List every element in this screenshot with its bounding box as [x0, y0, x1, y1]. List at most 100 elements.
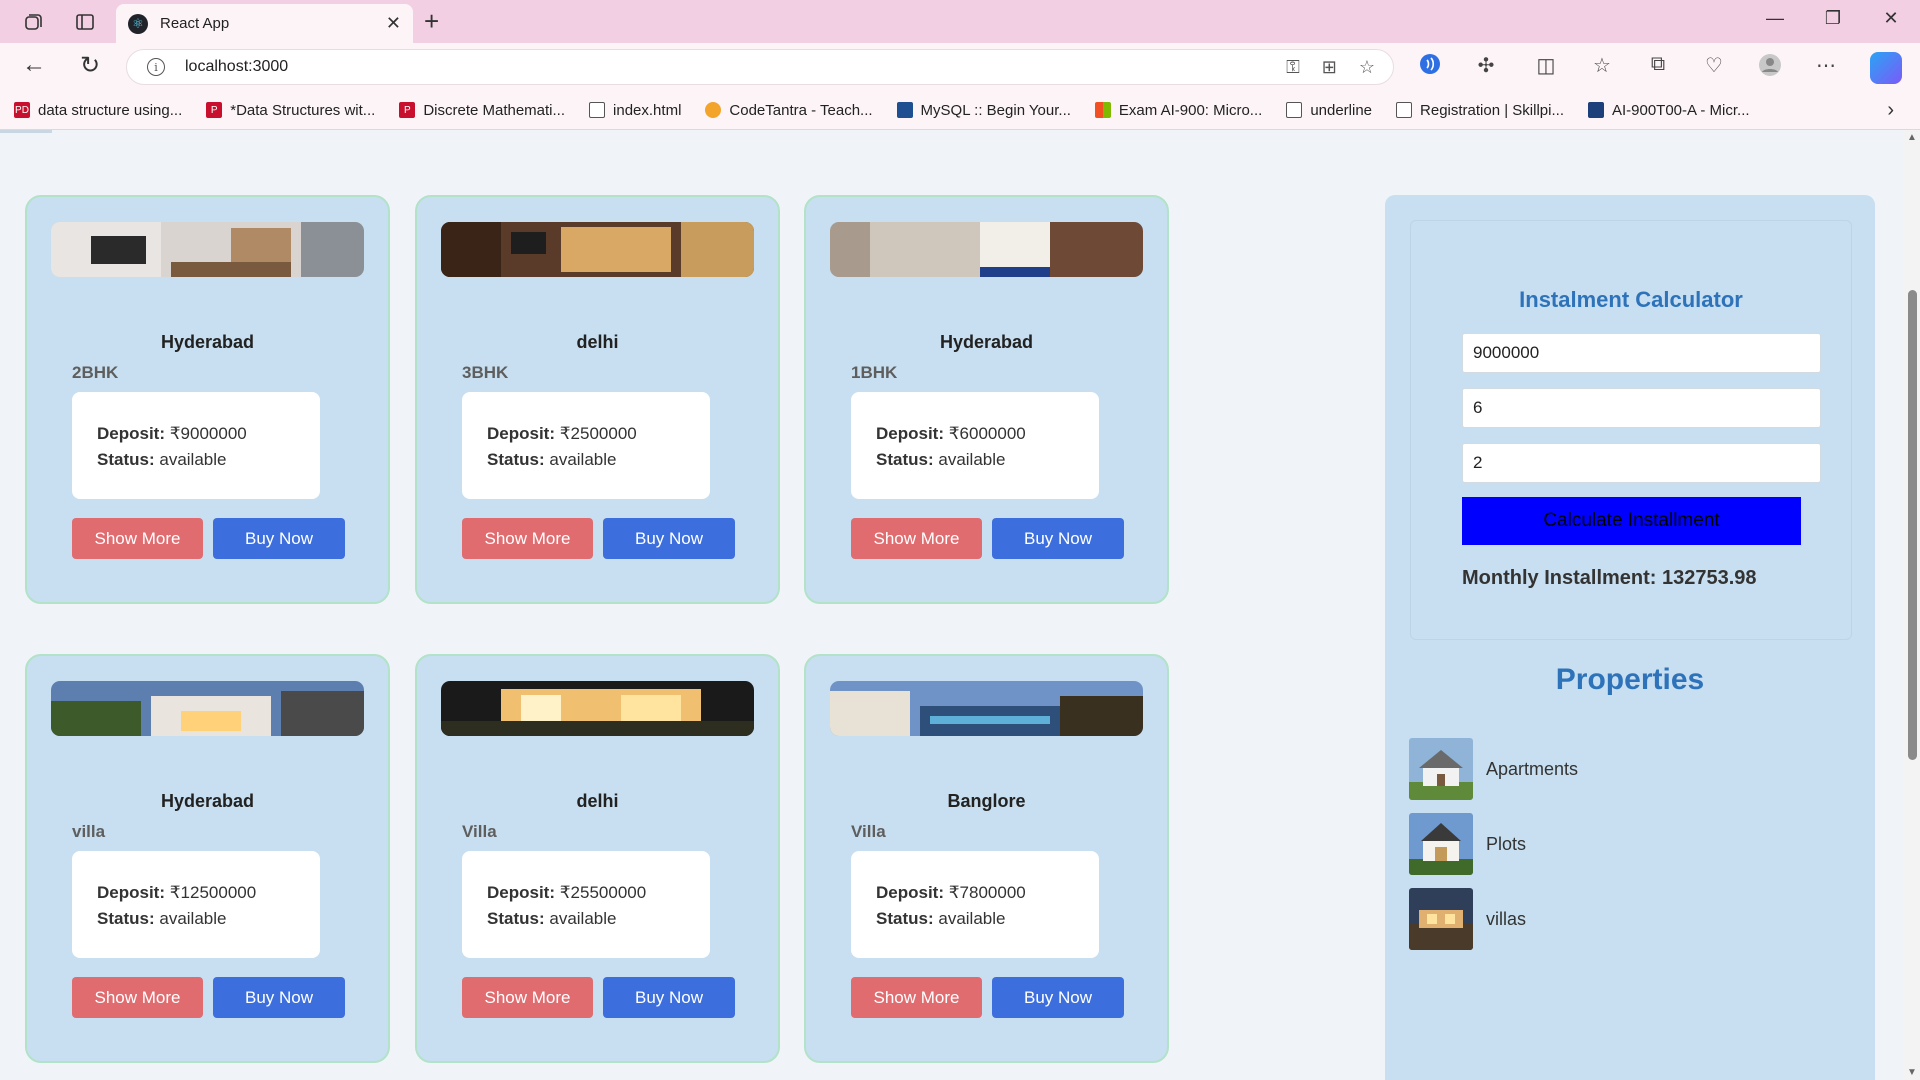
category-label: Plots	[1486, 833, 1527, 854]
show-more-button[interactable]: Show More	[851, 977, 982, 1018]
show-more-button[interactable]: Show More	[72, 977, 203, 1018]
url-text[interactable]: localhost:3000	[185, 58, 1286, 76]
bookmark-item[interactable]: underline	[1286, 102, 1372, 119]
property-category-plots[interactable]: Plots	[1409, 813, 1526, 875]
split-screen-icon[interactable]: ◫	[1532, 53, 1560, 78]
status-value: available	[549, 909, 617, 928]
bookmark-item[interactable]: P *Data Structures wit...	[206, 102, 375, 119]
show-more-button[interactable]: Show More	[462, 977, 593, 1018]
calculator-title: Instalment Calculator	[1519, 287, 1743, 312]
calculate-installment-button[interactable]: Calculate Installment	[1462, 497, 1801, 545]
deposit-value: ₹7800000	[948, 883, 1026, 902]
property-city: Hyderabad	[939, 332, 1034, 352]
buy-now-button[interactable]: Buy Now	[213, 977, 345, 1018]
scroll-thumb[interactable]	[1908, 290, 1917, 760]
browser-essentials-icon[interactable]: ♡	[1700, 53, 1728, 78]
book-icon	[1587, 102, 1604, 118]
show-more-button[interactable]: Show More	[851, 518, 982, 559]
buy-now-button[interactable]: Buy Now	[992, 977, 1124, 1018]
status-label: Status:	[487, 450, 545, 469]
property-card: delhi 3BHK Deposit: ₹2500000 Status: ava…	[415, 195, 780, 604]
workspaces-icon[interactable]	[20, 9, 46, 35]
monthly-installment-result: Monthly Installment: 132753.98	[1462, 567, 1757, 589]
rate-input[interactable]: 2	[1462, 443, 1821, 483]
property-type: Villa	[851, 822, 886, 841]
property-category-apartments[interactable]: Apartments	[1409, 738, 1578, 800]
buy-now-button[interactable]: Buy Now	[992, 518, 1124, 559]
amount-input[interactable]: 9000000	[1462, 333, 1821, 373]
address-bar[interactable]: i localhost:3000 ⚿ ⊞ ☆	[126, 49, 1394, 85]
extension-icon[interactable]	[1416, 53, 1444, 81]
buy-now-button[interactable]: Buy Now	[603, 518, 735, 559]
property-info-box: Deposit: ₹9000000 Status: available	[72, 392, 320, 499]
close-window-icon[interactable]: ✕	[1876, 8, 1906, 29]
plots-thumbnail	[1409, 813, 1473, 875]
bookmark-item[interactable]: Registration | Skillpi...	[1396, 102, 1564, 119]
profile-icon[interactable]	[1756, 53, 1784, 83]
chevron-right-icon[interactable]: ›	[1887, 99, 1894, 122]
property-type: 1BHK	[851, 363, 898, 382]
scroll-down-icon[interactable]: ▼	[1907, 1067, 1917, 1078]
property-image	[441, 681, 754, 736]
page-scrollbar[interactable]: ▲ ▼	[1904, 130, 1920, 1080]
property-city: delhi	[576, 332, 619, 352]
show-more-button[interactable]: Show More	[72, 518, 203, 559]
back-icon[interactable]: ←	[18, 51, 50, 79]
property-card: delhi Villa Deposit: ₹25500000 Status: a…	[415, 654, 780, 1063]
page-viewport: Hyderabad 2BHK Deposit: ₹9000000 Status:…	[0, 130, 1904, 1080]
sidebar: Instalment Calculator 9000000 6 2 Calcul…	[1385, 195, 1875, 1080]
bookmark-item[interactable]: PD data structure using...	[14, 102, 182, 119]
settings-more-icon[interactable]: ⋯	[1812, 53, 1840, 78]
deposit-label: Deposit:	[97, 424, 165, 443]
restore-icon[interactable]: ❐	[1818, 8, 1848, 29]
bookmark-item[interactable]: AI-900T00-A - Micr...	[1587, 102, 1750, 119]
deposit-value: ₹6000000	[948, 424, 1026, 443]
extensions-puzzle-icon[interactable]: ✣	[1472, 53, 1500, 78]
bookmark-item[interactable]: index.html	[589, 102, 681, 119]
app-available-icon[interactable]: ⊞	[1322, 57, 1337, 78]
property-card: Hyderabad villa Deposit: ₹12500000 Statu…	[25, 654, 390, 1063]
pdf-icon: P	[399, 102, 416, 118]
property-info-box: Deposit: ₹7800000 Status: available	[851, 851, 1099, 958]
buy-now-button[interactable]: Buy Now	[603, 977, 735, 1018]
bookmark-item[interactable]: MySQL :: Begin Your...	[896, 102, 1071, 119]
bookmarks-bar: PD data structure using... P *Data Struc…	[0, 91, 1920, 130]
property-card: Hyderabad 1BHK Deposit: ₹6000000 Status:…	[804, 195, 1169, 604]
months-input[interactable]: 6	[1462, 388, 1821, 428]
deposit-label: Deposit:	[97, 883, 165, 902]
property-image	[441, 222, 754, 277]
deposit-label: Deposit:	[487, 883, 555, 902]
copilot-icon[interactable]	[1870, 52, 1902, 84]
property-type: villa	[72, 822, 106, 841]
favorite-star-icon[interactable]: ☆	[1359, 57, 1375, 78]
bookmark-item[interactable]: Exam AI-900: Micro...	[1094, 102, 1262, 119]
bookmark-item[interactable]: P Discrete Mathemati...	[399, 102, 565, 119]
mysql-icon	[896, 102, 913, 118]
minimize-icon[interactable]: —	[1760, 8, 1790, 29]
tab-actions-icon[interactable]	[72, 9, 98, 35]
property-type: 2BHK	[72, 363, 119, 382]
scroll-up-icon[interactable]: ▲	[1907, 132, 1917, 143]
new-tab-icon[interactable]: +	[424, 6, 439, 37]
property-image	[830, 681, 1143, 736]
show-more-button[interactable]: Show More	[462, 518, 593, 559]
pdf-icon: PD	[14, 102, 30, 118]
property-city: Banglore	[947, 791, 1026, 811]
site-info-icon[interactable]: i	[147, 58, 165, 76]
bookmark-item[interactable]: CodeTantra - Teach...	[705, 102, 873, 119]
instalment-calculator: Instalment Calculator 9000000 6 2 Calcul…	[1410, 220, 1852, 640]
close-tab-icon[interactable]: ✕	[386, 13, 401, 34]
collections-icon[interactable]: ⧉	[1644, 53, 1672, 76]
properties-title: Properties	[1555, 663, 1705, 696]
file-icon	[589, 102, 606, 118]
microsoft-icon	[1094, 102, 1111, 118]
buy-now-button[interactable]: Buy Now	[213, 518, 345, 559]
refresh-icon[interactable]: ↻	[74, 51, 106, 80]
deposit-label: Deposit:	[876, 424, 944, 443]
tab-react-app[interactable]: ⚛ React App ✕	[116, 4, 413, 43]
apartments-thumbnail	[1409, 738, 1473, 800]
tab-title: React App	[160, 15, 230, 32]
favorites-icon[interactable]: ☆	[1588, 53, 1616, 78]
password-key-icon[interactable]: ⚿	[1286, 57, 1300, 78]
property-category-villas[interactable]: villas	[1409, 888, 1526, 950]
